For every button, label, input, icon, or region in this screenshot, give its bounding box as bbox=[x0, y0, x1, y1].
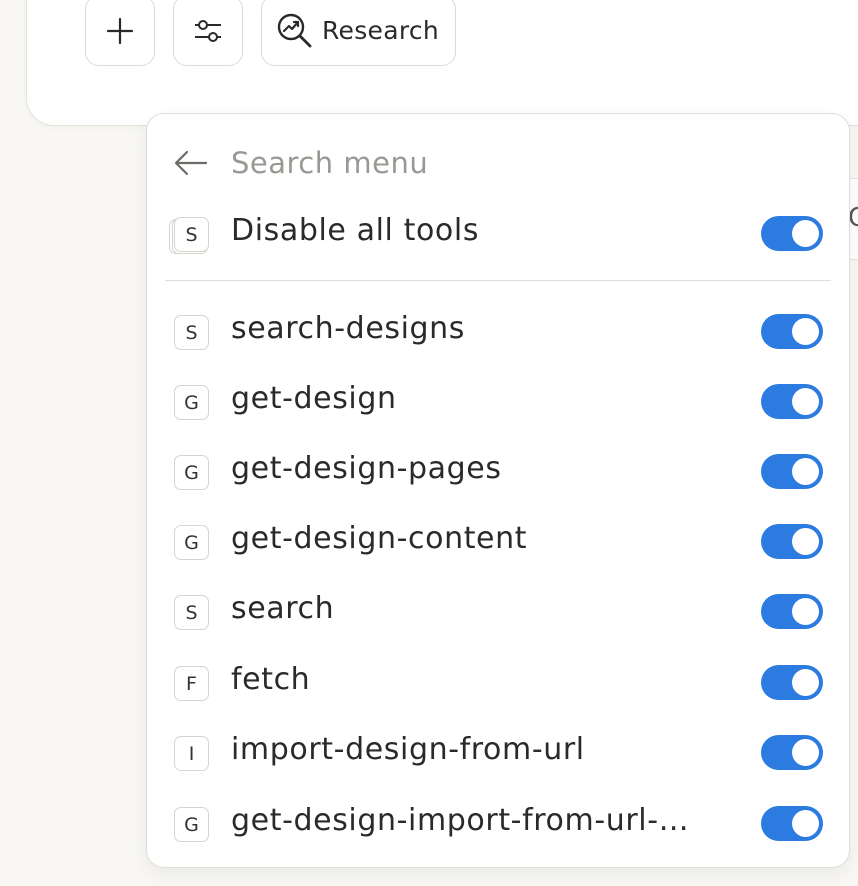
tool-row-import-design-from-url[interactable]: I import-design-from-url bbox=[147, 723, 849, 783]
toggle-knob bbox=[792, 739, 819, 766]
disable-all-tools-label: Disable all tools bbox=[231, 213, 480, 248]
toggle-knob bbox=[792, 598, 819, 625]
tool-badge: S bbox=[174, 315, 209, 350]
tool-toggle[interactable] bbox=[761, 524, 823, 559]
tools-menu: S Disable all tools S search-designs G g… bbox=[146, 113, 850, 868]
tool-row-search[interactable]: S search bbox=[147, 582, 849, 642]
tool-name: get-design-content bbox=[231, 521, 528, 556]
disable-all-tools-row[interactable]: S Disable all tools bbox=[147, 204, 849, 264]
toggle-knob bbox=[792, 810, 819, 837]
tool-name: import-design-from-url bbox=[231, 732, 585, 767]
tool-toggle[interactable] bbox=[761, 665, 823, 700]
tool-toggle[interactable] bbox=[761, 594, 823, 629]
tool-row-get-design-pages[interactable]: G get-design-pages bbox=[147, 442, 849, 502]
tool-badge: I bbox=[174, 736, 209, 771]
add-button[interactable] bbox=[85, 0, 155, 66]
tool-row-search-designs[interactable]: S search-designs bbox=[147, 302, 849, 362]
toggle-knob bbox=[792, 458, 819, 485]
tool-toggle[interactable] bbox=[761, 314, 823, 349]
tool-badge: S bbox=[174, 595, 209, 630]
back-arrow-icon[interactable] bbox=[173, 148, 209, 178]
menu-divider bbox=[165, 280, 831, 281]
tool-name: get-design-import-from-url-… bbox=[231, 803, 690, 838]
tool-badge: G bbox=[174, 455, 209, 490]
tool-name: fetch bbox=[231, 662, 311, 697]
tool-toggle[interactable] bbox=[761, 806, 823, 841]
tool-badge: F bbox=[174, 666, 209, 701]
research-button[interactable]: Research bbox=[261, 0, 456, 66]
tool-badge: G bbox=[174, 807, 209, 842]
toggle-knob bbox=[792, 220, 819, 247]
badge-stack: S bbox=[147, 204, 227, 264]
tool-badge: G bbox=[174, 525, 209, 560]
sliders-icon bbox=[195, 19, 221, 42]
toggle-knob bbox=[792, 528, 819, 555]
tool-name: search bbox=[231, 591, 335, 626]
tool-name: search-designs bbox=[231, 311, 466, 346]
tool-badge: S bbox=[169, 217, 209, 254]
tool-badge: G bbox=[174, 385, 209, 420]
search-menu-input[interactable] bbox=[231, 142, 791, 184]
tool-row-get-design-content[interactable]: G get-design-content bbox=[147, 512, 849, 572]
tool-toggle[interactable] bbox=[761, 384, 823, 419]
search-row bbox=[147, 136, 849, 190]
disable-all-tools-toggle[interactable] bbox=[761, 216, 823, 251]
tools-settings-button[interactable] bbox=[173, 0, 243, 66]
toggle-knob bbox=[792, 318, 819, 345]
tool-toggle[interactable] bbox=[761, 735, 823, 770]
chart-magnifier-icon bbox=[277, 13, 312, 47]
composer-panel: Research bbox=[26, 0, 858, 126]
tool-row-get-design[interactable]: G get-design bbox=[147, 372, 849, 432]
tool-toggle[interactable] bbox=[761, 454, 823, 489]
tool-name: get-design-pages bbox=[231, 451, 502, 486]
tool-name: get-design bbox=[231, 381, 397, 416]
research-button-label: Research bbox=[322, 16, 440, 45]
tool-row-get-design-import-from-url[interactable]: G get-design-import-from-url-… bbox=[147, 794, 849, 854]
toggle-knob bbox=[792, 669, 819, 696]
tool-row-fetch[interactable]: F fetch bbox=[147, 653, 849, 713]
toggle-knob bbox=[792, 388, 819, 415]
plus-icon bbox=[106, 17, 134, 44]
